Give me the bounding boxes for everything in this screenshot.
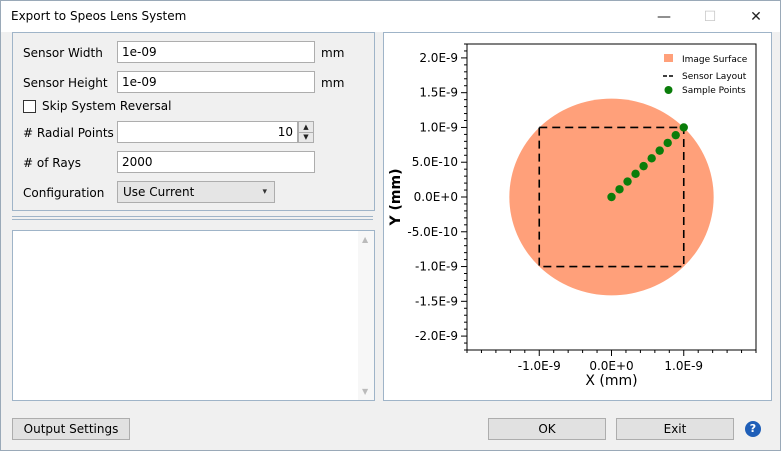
layout-chart: -1.0E-9 0.0E+0 1.0E-9 2.0E-9 1.5E-9 1.0E-9 5.0… <box>388 43 757 389</box>
x-axis-label: X (mm) <box>585 373 637 389</box>
exit-button[interactable]: Exit <box>616 418 734 440</box>
sensor-height-label: Sensor Height <box>23 76 108 90</box>
sample-point <box>623 177 632 186</box>
y-tick-label: 2.0E-9 <box>419 51 458 65</box>
x-tick-label: -1.0E-9 <box>518 359 561 373</box>
sample-point <box>655 146 664 155</box>
radial-points-spinner[interactable]: ▲ ▼ <box>298 121 314 143</box>
panel-splitter[interactable] <box>12 216 373 217</box>
configuration-select[interactable]: Use Current ▾ <box>117 181 275 203</box>
minimize-button[interactable]: — <box>641 1 687 32</box>
panel-splitter-line <box>12 219 373 220</box>
window-title: Export to Speos Lens System <box>11 9 187 23</box>
settings-panel: Sensor Width 1e-09 mm Sensor Height 1e-0… <box>12 32 375 211</box>
chart-panel: -1.0E-9 0.0E+0 1.0E-9 2.0E-9 1.5E-9 1.0E-9 5.0… <box>383 32 772 401</box>
x-tick-label: 0.0E+0 <box>589 359 633 373</box>
title-bar: Export to Speos Lens System — ☐ ✕ <box>1 1 780 32</box>
close-button[interactable]: ✕ <box>733 1 779 32</box>
skip-system-reversal-checkbox[interactable] <box>23 100 36 113</box>
sample-point <box>631 169 640 179</box>
configuration-label: Configuration <box>23 186 105 200</box>
sample-point <box>671 130 680 140</box>
output-settings-button[interactable]: Output Settings <box>12 418 130 440</box>
sensor-height-unit: mm <box>321 76 345 90</box>
scroll-down-icon[interactable]: ▼ <box>362 387 368 396</box>
radial-points-label: # Radial Points <box>23 126 114 140</box>
sample-point <box>607 192 616 202</box>
y-tick-label: 1.5E-9 <box>419 86 458 100</box>
export-dialog: Export to Speos Lens System — ☐ ✕ Sensor… <box>0 0 781 451</box>
num-rays-input[interactable]: 2000 <box>117 151 315 173</box>
sensor-height-input[interactable]: 1e-09 <box>117 71 315 93</box>
sample-point <box>615 185 624 194</box>
sensor-width-unit: mm <box>321 46 345 60</box>
chevron-down-icon: ▾ <box>262 187 267 197</box>
legend-label-sample-points: Sample Points <box>682 86 746 96</box>
ok-button[interactable]: OK <box>488 418 606 440</box>
y-tick-label: 0.0E+0 <box>414 190 458 204</box>
maximize-button: ☐ <box>687 1 733 32</box>
y-tick-label: -1.5E-9 <box>415 294 458 308</box>
maximize-icon: ☐ <box>703 8 717 25</box>
y-tick-label: -5.0E-10 <box>407 225 458 239</box>
close-icon: ✕ <box>750 8 762 25</box>
y-axis-label: Y (mm) <box>388 169 404 227</box>
sample-point <box>679 123 688 132</box>
legend-swatch-image-surface <box>664 54 673 62</box>
minimize-icon: — <box>657 8 671 25</box>
y-tick-label: 1.0E-9 <box>419 120 458 134</box>
spin-down-icon[interactable]: ▼ <box>299 132 313 142</box>
scroll-up-icon[interactable]: ▲ <box>362 235 368 244</box>
sensor-width-input[interactable]: 1e-09 <box>117 41 315 63</box>
x-tick-label: 1.0E-9 <box>664 359 703 373</box>
legend-label-sensor-layout: Sensor Layout <box>682 72 747 82</box>
num-rays-label: # of Rays <box>23 156 82 170</box>
sample-point <box>647 154 656 163</box>
sample-point <box>663 138 672 148</box>
legend-label-image-surface: Image Surface <box>682 55 748 65</box>
skip-system-reversal-label: Skip System Reversal <box>42 99 172 113</box>
legend-swatch-sample-points <box>664 86 673 94</box>
output-text-area[interactable]: ▲ ▼ <box>12 230 375 401</box>
y-tick-label: -2.0E-9 <box>415 329 458 343</box>
y-tick-label: -1.0E-9 <box>415 260 458 274</box>
sensor-width-label: Sensor Width <box>23 46 103 60</box>
configuration-selected-value: Use Current <box>123 185 195 199</box>
output-scrollbar[interactable]: ▲ ▼ <box>358 231 374 400</box>
sample-point <box>639 161 648 171</box>
y-tick-label: 5.0E-10 <box>412 155 458 169</box>
help-icon[interactable]: ? <box>745 421 761 437</box>
radial-points-input[interactable]: 10 <box>117 121 298 143</box>
